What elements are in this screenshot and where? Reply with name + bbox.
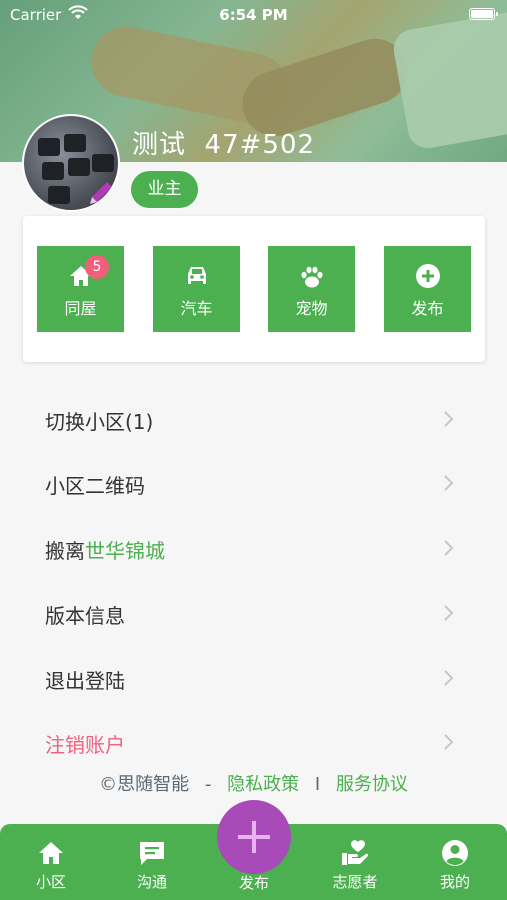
tab-publish-label: 发布 [238, 874, 269, 892]
move-out-label: 搬离世华锦城 [45, 535, 165, 564]
car-button[interactable]: 汽车 [153, 246, 240, 332]
menu-item-delete-account[interactable]: 注销账户 [0, 709, 507, 773]
pencil-icon[interactable] [84, 176, 118, 210]
pet-button[interactable]: 宠物 [268, 246, 355, 332]
footer-divider: I [314, 774, 321, 795]
move-out-community-name: 世华锦城 [85, 539, 165, 563]
status-bar: Carrier 6:54 PM [0, 0, 507, 30]
tab-chat-label: 沟通 [136, 873, 167, 891]
roommates-count-badge: 5 [85, 255, 109, 279]
privacy-policy-link[interactable]: 隐私政策 [227, 774, 299, 795]
publish-fab-button[interactable] [217, 800, 291, 874]
user-name-text: 测试 [132, 130, 187, 160]
paw-icon [301, 266, 323, 288]
menu-item-switch-community[interactable]: 切换小区(1) [0, 386, 507, 450]
chevron-right-icon [444, 670, 454, 686]
move-out-prefix: 搬离 [45, 539, 85, 563]
roommates-label: 同屋 [64, 299, 97, 318]
delete-account-label: 注销账户 [45, 733, 125, 757]
user-name: 测试 47#502 [132, 124, 315, 161]
menu-item-version-info[interactable]: 版本信息 [0, 580, 507, 644]
clock: 6:54 PM [219, 6, 288, 24]
user-circle-icon [442, 840, 468, 866]
menu-item-qr-code[interactable]: 小区二维码 [0, 450, 507, 514]
tab-community-label: 小区 [35, 873, 66, 891]
tab-community[interactable]: 小区 [6, 824, 96, 900]
chevron-right-icon [444, 411, 454, 427]
unit-number: 47#502 [204, 130, 316, 160]
switch-community-label: 切换小区(1) [45, 410, 154, 434]
company-copyright: ©思随智能 [99, 774, 190, 795]
tab-mine[interactable]: 我的 [410, 824, 500, 900]
footer-links: ©思随智能 - 隐私政策 I 服务协议 [0, 770, 507, 796]
plus-circle-icon [416, 264, 440, 288]
version-info-label: 版本信息 [45, 604, 125, 628]
logout-label: 退出登陆 [45, 669, 125, 693]
quick-actions-card: 5 同屋 汽车 宠物 发布 [23, 216, 485, 362]
pet-label: 宠物 [295, 299, 328, 318]
publish-label: 发布 [411, 299, 444, 318]
chat-icon [140, 842, 164, 865]
role-badge: 业主 [131, 171, 198, 208]
avatar[interactable] [22, 114, 120, 212]
chevron-right-icon [444, 734, 454, 750]
tab-mine-label: 我的 [439, 873, 470, 891]
car-label: 汽车 [180, 299, 213, 318]
car-icon [188, 267, 206, 284]
battery-icon [469, 8, 498, 20]
tab-volunteer[interactable]: 志愿者 [310, 824, 400, 900]
roommates-button[interactable]: 5 同屋 [37, 246, 124, 332]
footer-dash: - [204, 774, 212, 795]
tab-chat[interactable]: 沟通 [107, 824, 197, 900]
chevron-right-icon [444, 475, 454, 491]
menu-item-logout[interactable]: 退出登陆 [0, 645, 507, 709]
chevron-right-icon [444, 540, 454, 556]
service-agreement-link[interactable]: 服务协议 [336, 774, 408, 795]
menu-item-move-out[interactable]: 搬离世华锦城 [0, 515, 507, 579]
plus-icon [238, 821, 270, 853]
publish-button[interactable]: 发布 [384, 246, 471, 332]
volunteer-heart-hand-icon [342, 840, 369, 865]
chevron-right-icon [444, 605, 454, 621]
home-icon [39, 842, 63, 864]
tab-volunteer-label: 志愿者 [332, 873, 378, 891]
qr-code-label: 小区二维码 [45, 474, 145, 498]
